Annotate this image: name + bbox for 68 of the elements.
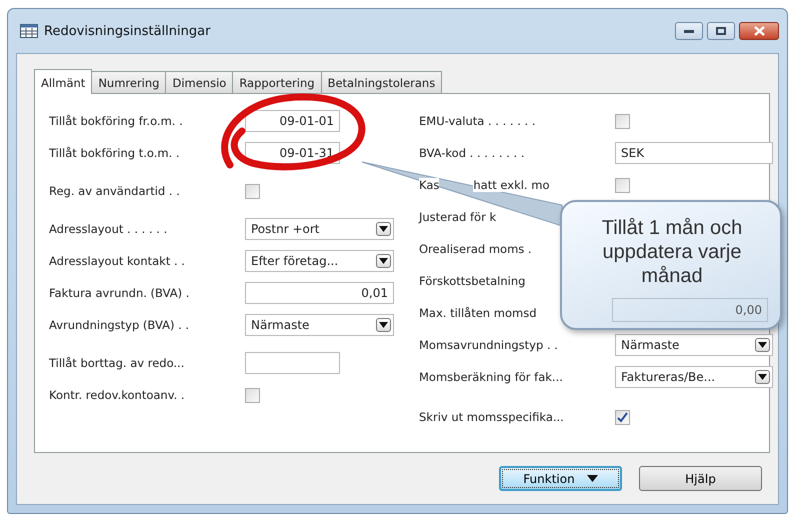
tab[interactable]: Allmänt	[34, 69, 92, 94]
dropdown-arrow-icon	[379, 322, 388, 328]
dropdown-arrow-icon	[379, 226, 388, 232]
tab[interactable]: Numrering	[91, 71, 166, 93]
help-button[interactable]: Hjälp	[639, 466, 762, 491]
field-label: Adresslayout kontakt . .	[49, 254, 186, 268]
field-label: Reg. av användartid . .	[49, 184, 181, 198]
field-label: Faktura avrundn. (BVA) .	[49, 286, 190, 300]
field-label: Kontr. redov.kontoanv. .	[49, 388, 186, 402]
dropdown-value: Efter företag...	[251, 254, 340, 268]
tab[interactable]: Dimensio	[165, 71, 234, 93]
date-field[interactable]: 09-01-01	[245, 110, 340, 132]
dropdown-field[interactable]: Efter företag...	[245, 250, 394, 272]
field-label: Förskottsbetalning	[419, 274, 526, 288]
dropdown-button[interactable]	[755, 338, 770, 352]
dropdown-value: Närmaste	[621, 338, 680, 352]
field-label: Avrundningstyp (BVA) . .	[49, 318, 190, 332]
dropdown-arrow-icon	[379, 258, 388, 264]
maximize-icon	[716, 27, 726, 35]
dropdown-field[interactable]: Faktureras/Be...	[615, 366, 773, 388]
field-label: Momsavrundningstyp . .	[419, 338, 558, 352]
dropdown-field[interactable]: Postnr +ort	[245, 218, 394, 240]
text-field[interactable]: SEK	[615, 142, 773, 164]
field-label: Tillåt borttag. av redo...	[49, 356, 186, 370]
number-field[interactable]: 0,01	[245, 282, 394, 304]
dropdown-value: Faktureras/Be...	[621, 370, 716, 384]
maximize-button[interactable]	[707, 22, 735, 40]
dropdown-button[interactable]	[376, 254, 391, 268]
field-label: BVA-kod . . . . . . . .	[419, 146, 525, 160]
function-menu-button[interactable]: Funktion	[499, 466, 622, 491]
dropdown-value: Postnr +ort	[251, 222, 320, 236]
dropdown-button[interactable]	[755, 370, 770, 384]
field-label: Max. tillåten momsd	[419, 306, 536, 320]
dropdown-button[interactable]	[376, 318, 391, 332]
date-field[interactable]	[245, 352, 340, 374]
table-icon	[20, 24, 38, 38]
close-button[interactable]	[739, 22, 779, 40]
caret-icon	[586, 475, 598, 482]
tab[interactable]: Betalningstolerans	[320, 71, 442, 93]
field-label: hatt exkl. mo	[473, 178, 550, 192]
checkbox[interactable]	[615, 114, 630, 128]
dropdown-arrow-icon	[758, 374, 767, 380]
dropdown-arrow-icon	[758, 342, 767, 348]
field-label: Momsberäkning för fak...	[419, 370, 563, 384]
field-label: Adresslayout . . . . . .	[49, 222, 168, 236]
minimize-icon	[684, 30, 694, 32]
field-label: Tillåt bokföring fr.o.m. .	[49, 114, 184, 128]
checkbox[interactable]	[245, 388, 260, 402]
close-icon	[754, 26, 764, 36]
checkbox[interactable]	[615, 410, 630, 424]
dropdown-field[interactable]: Närmaste	[245, 314, 394, 336]
callout-text: Tillåt 1 mån och uppdatera varje månad	[600, 216, 744, 288]
checkbox[interactable]	[245, 184, 260, 198]
dropdown-button[interactable]	[376, 222, 391, 236]
field-label: Orealiserad moms .	[419, 242, 532, 256]
checkmark-icon	[617, 412, 628, 422]
window-title: Redovisningsinställningar	[44, 24, 210, 38]
dropdown-value: Närmaste	[251, 318, 310, 332]
tab[interactable]: Rapportering	[232, 71, 322, 93]
dropdown-field[interactable]: Närmaste	[615, 334, 773, 356]
field-label: Tillåt bokföring t.o.m. .	[49, 146, 181, 160]
number-field[interactable]: 0,00	[612, 298, 768, 322]
field-label: EMU-valuta . . . . . . .	[419, 114, 536, 128]
field-label: Skriv ut momsspecifika...	[419, 410, 564, 424]
checkbox[interactable]	[615, 178, 630, 192]
minimize-button[interactable]	[675, 22, 703, 40]
field-label: Kas	[419, 178, 440, 192]
field-label: Justerad för k	[419, 210, 496, 224]
